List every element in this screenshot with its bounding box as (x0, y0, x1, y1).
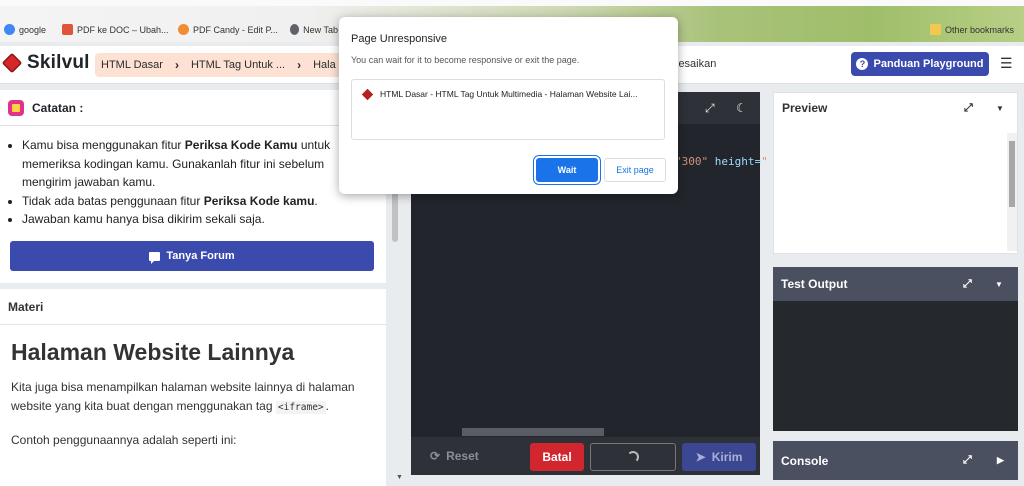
left-panel: Catatan : Kamu bisa menggunakan fitur Pe… (0, 90, 386, 486)
spinner-icon (627, 451, 639, 463)
check-code-button[interactable] (590, 443, 676, 471)
test-output-header: Test Output ⤢ ▼ (773, 267, 1018, 301)
cancel-button[interactable]: Batal (530, 443, 584, 471)
google-icon (4, 24, 15, 35)
test-output-title: Test Output (781, 277, 848, 291)
bookmark-label: Other bookmarks (945, 24, 1015, 35)
notes-title: Catatan : (32, 100, 84, 115)
console-header: Console ⤢ ▶ (773, 441, 1018, 480)
bookmark-label: New Tab (303, 24, 338, 35)
materi-card: Materi Halaman Website Lainnya Kita juga… (0, 289, 386, 486)
pdf-icon (62, 24, 73, 35)
bookmark-google[interactable]: google (4, 24, 46, 35)
page-unresponsive-dialog: Page Unresponsive You can wait for it to… (339, 17, 678, 194)
materi-title: Halaman Website Lainnya (11, 339, 295, 365)
chat-icon (149, 251, 161, 264)
logo[interactable]: Skilvul (1, 52, 90, 74)
completion-status: lesaikan (676, 58, 717, 70)
dialog-subtitle: You can wait for it to become responsive… (351, 55, 580, 65)
page-title: HTML Dasar - HTML Tag Untuk Multimedia -… (380, 89, 638, 99)
test-output-panel: Test Output ⤢ ▼ (773, 267, 1018, 431)
editor-horizontal-scrollbar[interactable] (462, 428, 604, 436)
code-line: "300" height=" (675, 155, 768, 168)
folder-icon (930, 24, 941, 35)
expand-icon[interactable]: ⤢ (963, 278, 972, 291)
bookmark-label: PDF Candy - Edit P... (193, 24, 278, 35)
console-title: Console (781, 453, 829, 468)
chevron-right-icon[interactable]: ▶ (997, 455, 1004, 466)
chevron-down-icon[interactable]: ▼ (995, 280, 1003, 289)
forum-label: Tanya Forum (166, 250, 235, 262)
list-item: HTML Dasar - HTML Tag Untuk Multimedia -… (361, 88, 638, 100)
materi-header: Materi (0, 289, 386, 325)
preview-scrollbar[interactable] (1007, 133, 1017, 251)
refresh-icon: ⟳ (430, 449, 441, 463)
ask-forum-button[interactable]: Tanya Forum (10, 241, 374, 271)
reset-button[interactable]: ⟳ Reset (430, 449, 479, 463)
expand-icon[interactable]: ⤢ (963, 454, 972, 467)
globe-icon (290, 24, 300, 35)
logo-text: Skilvul (27, 52, 90, 73)
send-icon: ➤ (695, 450, 706, 464)
materi-paragraph: Contoh penggunaannya adalah seperti ini: (11, 433, 237, 447)
bookmark-new-tab[interactable]: New Tab (290, 24, 338, 35)
list-item: Tidak ada batas penggunaan fitur Periksa… (22, 192, 376, 211)
preview-panel: Preview ⤢ ▼ (773, 92, 1018, 254)
materi-body: Halaman Website Lainnya Kita juga bisa m… (0, 325, 386, 464)
unresponsive-pages-list: HTML Dasar - HTML Tag Untuk Multimedia -… (351, 79, 665, 140)
list-item: Kamu bisa menggunakan fitur Periksa Kode… (22, 136, 376, 192)
wait-button[interactable]: Wait (536, 158, 598, 182)
list-item: Jawaban kamu hanya bisa dikirim sekali s… (22, 210, 376, 229)
playground-guide-button[interactable]: ? Panduan Playground (851, 52, 989, 76)
dialog-title: Page Unresponsive (351, 33, 448, 45)
submit-button[interactable]: ➤ Kirim (682, 443, 756, 471)
editor-actions: ⟳ Reset Batal ➤ Kirim (411, 437, 760, 475)
moon-icon[interactable]: ☾ (736, 101, 747, 115)
skilvul-logo-icon (1, 52, 23, 74)
question-icon: ? (856, 58, 869, 70)
bookmark-pdf-to-doc[interactable]: PDF ke DOC – Ubah... (62, 24, 169, 35)
expand-icon[interactable]: ⤢ (705, 101, 715, 116)
candy-icon (178, 24, 189, 35)
code-inline: <iframe> (275, 401, 326, 414)
bookmark-pdf-candy[interactable]: PDF Candy - Edit P... (178, 24, 278, 35)
notes-header: Catatan : (0, 90, 386, 126)
other-bookmarks[interactable]: Other bookmarks (930, 24, 1014, 35)
preview-header: Preview ⤢ ▼ (774, 93, 1017, 123)
breadcrumb-item[interactable]: HTML Dasar (101, 59, 163, 71)
bookmark-label: PDF ke DOC – Ubah... (77, 24, 169, 35)
notes-card: Catatan : Kamu bisa menggunakan fitur Pe… (0, 90, 386, 283)
exit-page-button[interactable]: Exit page (604, 158, 666, 182)
chevron-right-icon: › (297, 58, 302, 72)
chevron-down-icon[interactable]: ▼ (996, 104, 1004, 113)
guide-label: Panduan Playground (873, 58, 984, 70)
preview-title: Preview (782, 101, 828, 115)
note-icon (8, 99, 24, 116)
skilvul-favicon-icon (361, 88, 374, 100)
scroll-thumb[interactable] (1009, 141, 1015, 207)
bookmark-label: google (19, 24, 47, 35)
breadcrumb-item[interactable]: Hala (313, 59, 336, 71)
breadcrumb: HTML Dasar › HTML Tag Untuk ... › Hala (95, 53, 355, 77)
materi-paragraph: Kita juga bisa menampilkan halaman websi… (11, 380, 355, 414)
tab-strip-edge (0, 0, 1024, 6)
scroll-down-icon[interactable]: ▼ (396, 474, 403, 481)
notes-list: Kamu bisa menggunakan fitur Periksa Kode… (0, 126, 386, 229)
console-panel: Console ⤢ ▶ (773, 441, 1018, 480)
expand-icon[interactable]: ⤢ (964, 102, 973, 115)
menu-icon[interactable]: ☰ (1000, 55, 1013, 72)
chevron-right-icon: › (174, 58, 179, 72)
breadcrumb-item[interactable]: HTML Tag Untuk ... (191, 59, 285, 71)
